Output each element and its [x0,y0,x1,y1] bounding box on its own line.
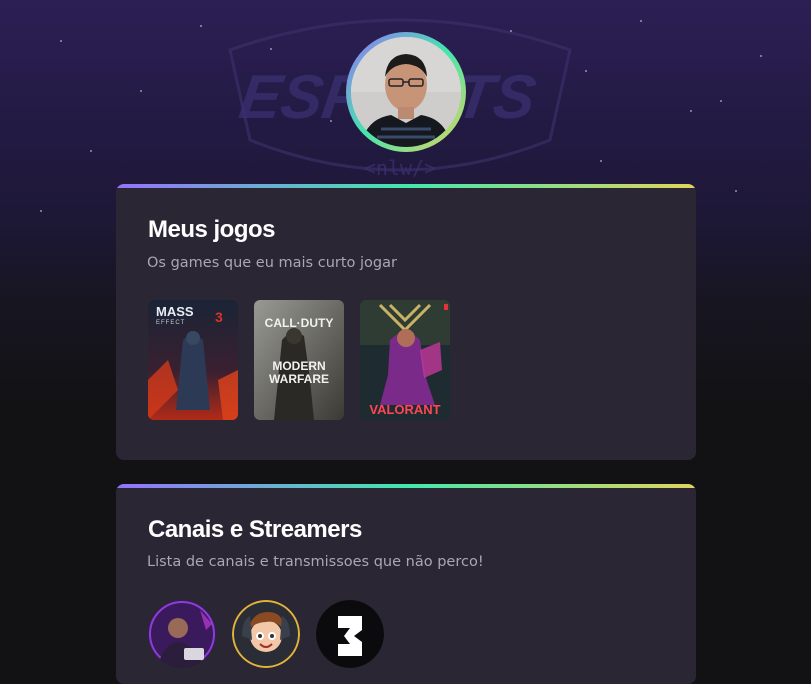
valorant-cover-icon: VALORANT [360,300,450,420]
channel-avatar-1[interactable] [148,600,216,668]
games-section-subtitle: Os games que eu mais curto jogar [147,255,397,271]
channel-avatar-2[interactable] [232,600,300,668]
channel-logo-icon [316,600,384,668]
game-card-valorant[interactable]: VALORANT [360,300,450,420]
mass-effect-logo: MASS [156,304,194,319]
profile-avatar [351,37,461,147]
profile-avatar-ring [346,32,466,152]
channel-avatar-3[interactable] [316,600,384,668]
channels-section-title: Canais e Streamers [148,516,362,543]
call-of-duty-cover-icon: CALL·DUTY MODERN WARFARE [254,300,344,420]
profile-photo-icon [351,37,461,147]
game-card-mass-effect-3[interactable]: MASS EFFECT 3 [148,300,238,420]
games-card: Meus jogos Os games que eu mais curto jo… [116,184,696,460]
channels-list [148,600,384,668]
cartoon-avatar-icon [232,600,300,668]
game-card-call-of-duty[interactable]: CALL·DUTY MODERN WARFARE [254,300,344,420]
mass-effect-cover-icon: MASS EFFECT 3 [148,300,238,420]
games-section-title: Meus jogos [148,216,276,243]
valorant-logo: VALORANT [369,402,440,417]
mass-effect-logo-num: 3 [215,309,223,325]
channels-section-subtitle: Lista de canais e transmissoes que não p… [147,554,484,570]
mass-effect-logo-sub: EFFECT [156,320,185,326]
cod-logo-line1: CALL·DUTY [265,316,334,330]
cod-logo-line2: MODERN [272,359,325,373]
background-logo-sub: <nlw/> [364,156,436,180]
streamer-avatar-icon [148,600,216,668]
games-list: MASS EFFECT 3 CALL·DUTY MODERN WARFARE V… [148,300,450,420]
channels-card: Canais e Streamers Lista de canais e tra… [116,484,696,684]
cod-logo-line3: WARFARE [269,372,329,386]
